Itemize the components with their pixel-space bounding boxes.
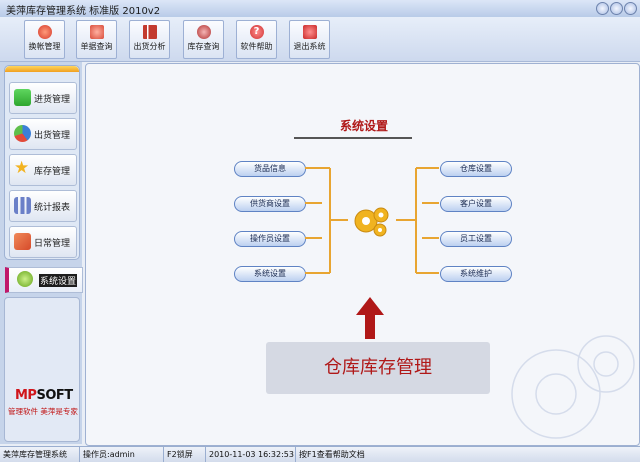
plus-icon [14, 89, 31, 106]
account-manage-button[interactable]: 换帐管理 [24, 20, 65, 59]
toolbar-label: 软件帮助 [240, 42, 273, 51]
nav-group: 进货管理 出货管理 ★ 库存管理 统计报表 日常管理 [4, 65, 80, 260]
sidebar-item-inventory[interactable]: ★ 库存管理 [9, 154, 77, 186]
maximize-icon[interactable] [610, 2, 623, 15]
warehouse-settings-button[interactable]: 仓库设置 [440, 161, 512, 177]
window-title: 美萍库存管理系统 标准版 2010v2 [6, 6, 161, 17]
sidebar-item-purchase[interactable]: 进货管理 [9, 82, 77, 114]
operator-settings-button[interactable]: 操作员设置 [234, 231, 306, 247]
exit-button[interactable]: 退出系统 [289, 20, 330, 59]
sidebar-item-system-settings[interactable]: 系统设置 [5, 267, 83, 293]
toolbar-label: 出货分析 [133, 42, 166, 51]
system-maintenance-button[interactable]: 系统维护 [440, 266, 512, 282]
system-settings-button[interactable]: 系统设置 [234, 266, 306, 282]
warehouse-icon [196, 25, 211, 39]
status-operator: 操作员:admin [80, 447, 164, 462]
sidebar-item-label: 出货管理 [34, 131, 71, 141]
arrow-up-icon [356, 297, 384, 339]
status-bar: 美萍库存管理系统 操作员:admin F2锁屏 2010-11-03 16:32… [0, 446, 640, 462]
minimize-icon[interactable] [596, 2, 609, 15]
bar-chart-icon [14, 197, 31, 214]
settings-gear-icon [354, 207, 389, 237]
staff-settings-button[interactable]: 员工设置 [440, 231, 512, 247]
help-icon: ? [249, 25, 264, 39]
document-search-icon [89, 25, 104, 39]
sidebar-item-label: 系统设置 [39, 274, 78, 287]
banner-title: 仓库库存管理 [266, 342, 490, 394]
gear-icon [17, 271, 33, 287]
sidebar-item-reports[interactable]: 统计报表 [9, 190, 77, 222]
logo-red-text: MP [15, 388, 37, 403]
section-title: 系统设置 [339, 119, 388, 133]
status-app-name: 美萍库存管理系统 [0, 447, 80, 462]
nav-group-header [5, 66, 79, 72]
help-button[interactable]: ? 软件帮助 [236, 20, 277, 59]
stock-query-button[interactable]: 库存查询 [183, 20, 224, 59]
status-lock-hint: F2锁屏 [164, 447, 206, 462]
slogan: 管理软件 美萍是专家 [8, 407, 78, 416]
pie-chart-icon [14, 125, 31, 142]
power-icon [302, 25, 317, 39]
star-icon: ★ [14, 158, 30, 178]
bar-chart-icon [142, 25, 157, 39]
toolbar-label: 单据查询 [80, 42, 113, 51]
sidebar-item-label: 日常管理 [34, 239, 71, 249]
sidebar-item-label: 统计报表 [34, 203, 71, 213]
toolbar-label: 换帐管理 [28, 42, 61, 51]
customer-settings-button[interactable]: 客户设置 [440, 196, 512, 212]
logo: MPSOFT [15, 388, 73, 403]
toolbar: 换帐管理 单据查询 出货分析 库存查询 ? 软件帮助 退出系统 [0, 17, 640, 62]
sidebar-item-label: 库存管理 [34, 167, 71, 177]
sidebar-item-daily[interactable]: 日常管理 [9, 226, 77, 258]
sidebar-item-shipment[interactable]: 出货管理 [9, 118, 77, 150]
status-datetime: 2010-11-03 16:32:53 [206, 447, 296, 462]
title-bar: 美萍库存管理系统 标准版 2010v2 [0, 0, 640, 18]
supplier-settings-button[interactable]: 供货商设置 [234, 196, 306, 212]
toolbar-label: 退出系统 [293, 42, 326, 51]
main-panel: 系统设置 货品信息 供货商设置 操作员设置 系统设置 仓库设置 客户设置 员工设… [85, 63, 640, 446]
sidebar-item-label: 进货管理 [34, 95, 71, 105]
close-icon[interactable] [624, 2, 637, 15]
account-switch-icon [37, 25, 52, 39]
section-divider [294, 137, 412, 139]
sidebar: 进货管理 出货管理 ★ 库存管理 统计报表 日常管理 系统设置 MPSOFT 管… [0, 62, 83, 444]
sales-analysis-button[interactable]: 出货分析 [129, 20, 170, 59]
logo-black-text: SOFT [36, 388, 73, 403]
brand-panel: MPSOFT 管理软件 美萍是专家 [4, 297, 80, 442]
tools-icon [14, 233, 31, 250]
goods-info-button[interactable]: 货品信息 [234, 161, 306, 177]
toolbar-label: 库存查询 [187, 42, 220, 51]
document-search-button[interactable]: 单据查询 [76, 20, 117, 59]
status-help-hint: 按F1查看帮助文档 [299, 450, 365, 459]
